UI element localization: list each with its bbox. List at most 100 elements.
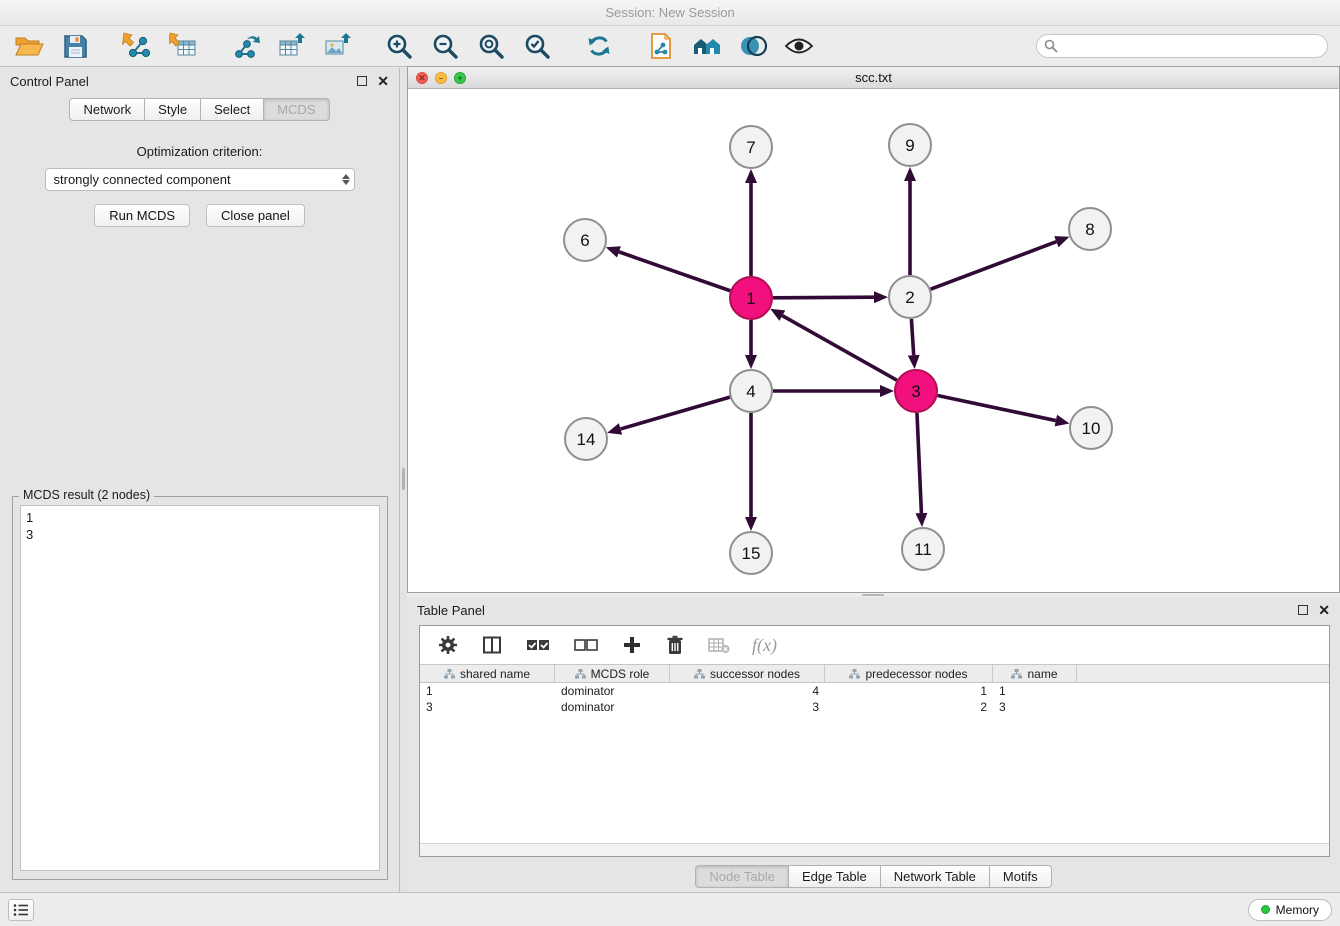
window-title: Session: New Session — [0, 0, 1340, 26]
export-network-button[interactable] — [228, 29, 262, 63]
optimization-criterion-label: Optimization criterion: — [0, 144, 399, 159]
tab-select[interactable]: Select — [201, 98, 264, 121]
maximize-window-icon[interactable]: + — [454, 72, 466, 84]
close-table-panel-icon[interactable]: ✕ — [1318, 604, 1330, 616]
node-label-4: 4 — [746, 382, 755, 401]
table-cell: 3 — [670, 699, 825, 715]
table-cell: dominator — [555, 699, 670, 715]
open-folder-icon — [14, 34, 44, 58]
apply-style-button[interactable] — [736, 29, 770, 63]
tab-network-table[interactable]: Network Table — [881, 865, 990, 888]
save-session-button[interactable] — [58, 29, 92, 63]
search-box — [1036, 34, 1328, 58]
table-cell: 1 — [825, 683, 993, 699]
table-cell: dominator — [555, 683, 670, 699]
select-all-button[interactable] — [524, 633, 552, 657]
column-label: successor nodes — [710, 667, 800, 681]
horizontal-scrollbar[interactable] — [420, 843, 1329, 856]
column-header-MCDS-role[interactable]: MCDS role — [555, 665, 670, 682]
table-cell: 4 — [670, 683, 825, 699]
column-label: shared name — [460, 667, 530, 681]
zoom-out-button[interactable] — [428, 29, 462, 63]
import-network-button[interactable] — [120, 29, 154, 63]
edge-1-2[interactable] — [773, 297, 874, 298]
tab-motifs[interactable]: Motifs — [990, 865, 1052, 888]
memory-status-icon — [1261, 905, 1270, 914]
zoom-fit-button[interactable] — [474, 29, 508, 63]
column-header-predecessor-nodes[interactable]: predecessor nodes — [825, 665, 993, 682]
table-settings-button[interactable] — [436, 633, 460, 657]
zoom-selected-button[interactable] — [520, 29, 554, 63]
refresh-layout-button[interactable] — [582, 29, 616, 63]
add-row-button[interactable] — [620, 633, 644, 657]
network-canvas[interactable]: 7968124314101511 — [408, 89, 1339, 592]
result-line: 3 — [26, 526, 374, 543]
node-label-15: 15 — [742, 544, 761, 563]
tab-network[interactable]: Network — [69, 98, 145, 121]
table-cell: 2 — [825, 699, 993, 715]
edge-3-1[interactable] — [782, 316, 896, 381]
tab-edge-table[interactable]: Edge Table — [789, 865, 881, 888]
column-header-shared-name[interactable]: shared name — [420, 665, 555, 682]
export-table-button[interactable] — [274, 29, 308, 63]
function-builder-button[interactable]: f(x) — [752, 635, 777, 656]
edge-2-8[interactable] — [931, 242, 1057, 290]
table-cell: 1 — [420, 683, 555, 699]
sort-icon — [849, 669, 860, 679]
show-graphics-details-button[interactable] — [782, 29, 816, 63]
table-row[interactable]: 3dominator323 — [420, 699, 1329, 715]
delete-table-button[interactable] — [706, 633, 732, 657]
deselect-all-button[interactable] — [572, 633, 600, 657]
close-panel-button[interactable]: Close panel — [206, 204, 305, 227]
first-neighbors-button[interactable] — [690, 29, 724, 63]
table-cell: 1 — [993, 683, 1077, 699]
mcds-result-list[interactable]: 13 — [20, 505, 380, 871]
edge-2-3[interactable] — [911, 319, 913, 355]
table-body: 1dominator4113dominator323 — [420, 683, 1329, 715]
node-label-7: 7 — [746, 138, 755, 157]
delete-row-button[interactable] — [664, 633, 686, 657]
columns-icon — [482, 635, 502, 655]
minimize-window-icon[interactable]: – — [435, 72, 447, 84]
tab-node-table[interactable]: Node Table — [695, 865, 789, 888]
network-document-icon — [648, 32, 674, 60]
import-table-button[interactable] — [166, 29, 200, 63]
show-columns-button[interactable] — [480, 633, 504, 657]
column-header-name[interactable]: name — [993, 665, 1077, 682]
column-label: name — [1027, 667, 1057, 681]
search-input[interactable] — [1036, 34, 1328, 58]
open-session-button[interactable] — [12, 29, 46, 63]
edge-4-14[interactable] — [621, 397, 730, 429]
tab-mcds[interactable]: MCDS — [264, 98, 329, 121]
float-table-panel-icon[interactable] — [1298, 605, 1308, 615]
sort-icon — [444, 669, 455, 679]
export-image-button[interactable] — [320, 29, 354, 63]
close-panel-icon[interactable]: ✕ — [377, 75, 389, 87]
column-header-successor-nodes[interactable]: successor nodes — [670, 665, 825, 682]
memory-button[interactable]: Memory — [1248, 899, 1332, 921]
run-mcds-button[interactable]: Run MCDS — [94, 204, 190, 227]
mcds-result-box: MCDS result (2 nodes) 13 — [12, 496, 388, 880]
edge-1-6[interactable] — [619, 252, 730, 291]
vertical-splitter[interactable] — [400, 68, 407, 892]
import-table-icon — [169, 32, 197, 60]
column-label: MCDS role — [591, 667, 650, 681]
panel-menu-button[interactable] — [8, 899, 34, 921]
venn-style-icon — [738, 34, 768, 58]
control-panel-tabs: NetworkStyleSelectMCDS — [0, 98, 399, 121]
tab-style[interactable]: Style — [145, 98, 201, 121]
zoom-in-button[interactable] — [382, 29, 416, 63]
table-panel: Table Panel ✕ — [407, 597, 1340, 892]
delete-table-icon — [708, 636, 730, 654]
result-line: 1 — [26, 509, 374, 526]
column-label: predecessor nodes — [865, 667, 967, 681]
table-row[interactable]: 1dominator411 — [420, 683, 1329, 699]
float-panel-icon[interactable] — [357, 76, 367, 86]
criterion-dropdown[interactable]: strongly connected component — [45, 168, 355, 191]
edge-3-10[interactable] — [938, 396, 1056, 421]
node-table-container: f(x) shared name MCDS role successor nodes… — [419, 625, 1330, 857]
edge-3-11[interactable] — [917, 413, 921, 513]
close-window-icon[interactable]: ✕ — [416, 72, 428, 84]
clone-network-button[interactable] — [644, 29, 678, 63]
export-network-icon — [230, 32, 260, 60]
